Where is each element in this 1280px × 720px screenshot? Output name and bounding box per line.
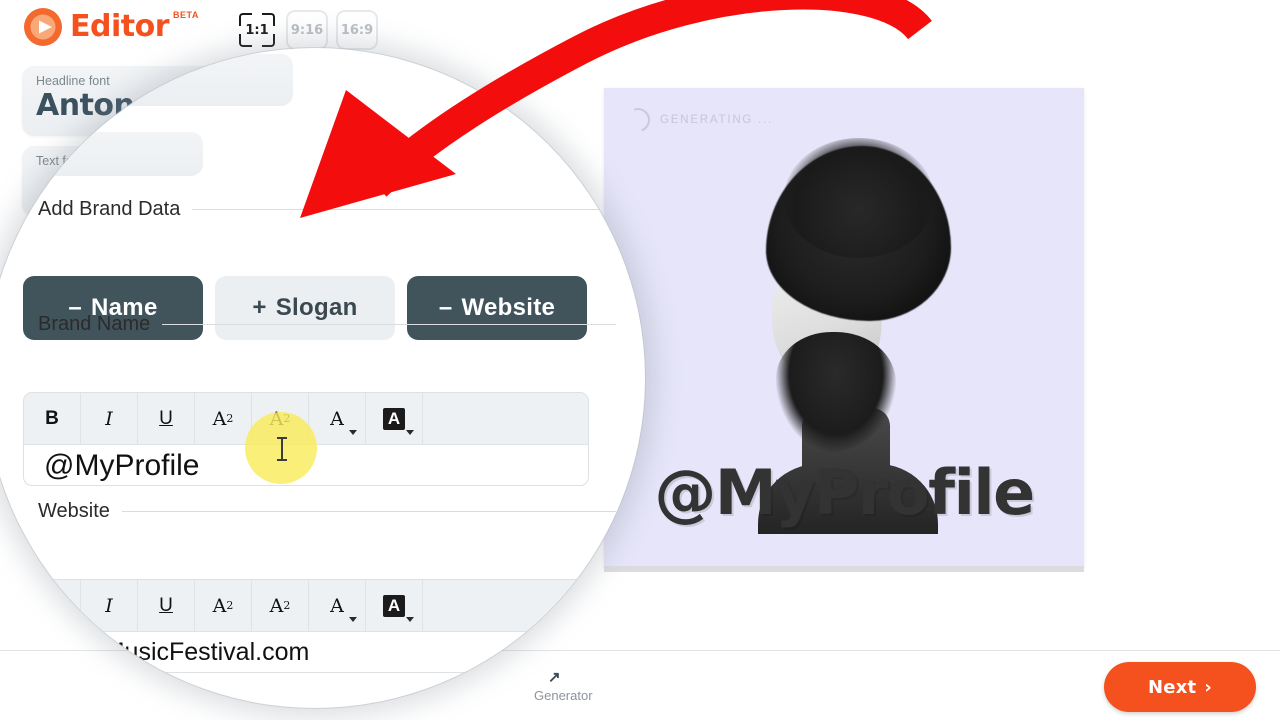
tool-glyph: A (269, 594, 284, 617)
italic-tool-icon[interactable]: I (81, 580, 138, 631)
section-rule (192, 209, 616, 210)
bold-tool-icon[interactable]: B (24, 393, 81, 444)
app-logo[interactable]: Editor BETA (22, 6, 201, 48)
tool-glyph: U (159, 407, 173, 429)
magnified-content: Add Brand Data – Name + Slogan – Website (0, 48, 645, 708)
chevron-down-icon (406, 617, 414, 622)
preview-headline: @MyProfile (654, 456, 1035, 529)
ratio-button-1-1[interactable]: 1:1 (236, 10, 278, 50)
text-color-tool-icon[interactable]: A (309, 580, 366, 631)
tool-glyph: B (45, 407, 59, 429)
subscript-tool-icon[interactable]: A2 (252, 393, 309, 444)
section-title: Brand Name (38, 313, 151, 335)
website-input[interactable]: www.MusicFestival.com (24, 632, 588, 672)
section-header-add-brand-data: Add Brand Data (38, 198, 616, 221)
tool-glyph: B (45, 594, 59, 616)
aspect-ratio-group: 1:1 9:16 16:9 (236, 10, 378, 50)
beta-badge: BETA (173, 10, 199, 20)
underline-tool-icon[interactable]: U (138, 580, 195, 631)
italic-tool-icon[interactable]: I (81, 393, 138, 444)
preview-canvas[interactable]: GENERATING ... @MyProfile (604, 88, 1084, 568)
ratio-button-9-16[interactable]: 9:16 (286, 10, 328, 50)
ghost-card-text-font (3, 132, 203, 176)
tool-glyph: I (105, 407, 113, 430)
portrait-image (724, 138, 974, 534)
chevron-down-icon (349, 430, 357, 435)
tool-glyph: A (269, 407, 284, 430)
ratio-label: 9:16 (290, 22, 324, 38)
next-button-label: Next (1148, 676, 1197, 698)
next-button[interactable]: Next › (1104, 662, 1256, 712)
tool-glyph: A (212, 407, 227, 430)
highlight-tool-icon[interactable]: A (366, 393, 423, 444)
brand-name-toolbar: B I U A2 A2 A A (24, 393, 588, 445)
tool-glyph: A (382, 594, 406, 617)
generating-status: GENERATING ... (622, 104, 774, 136)
superscript-tool-icon[interactable]: A2 (195, 580, 252, 631)
section-title: Website (38, 500, 110, 522)
brand-name-input[interactable]: @MyProfile (24, 445, 588, 485)
tool-glyph: A (382, 407, 406, 430)
superscript-tool-icon[interactable]: A2 (195, 393, 252, 444)
underline-tool-icon[interactable]: U (138, 393, 195, 444)
tool-glyph: U (159, 594, 173, 616)
tool-glyph: A (212, 594, 227, 617)
ghost-card-top (3, 54, 293, 106)
screenshot-root: Editor BETA 1:1 9:16 16:9 Headline font (0, 0, 1280, 720)
bold-tool-icon[interactable]: B (24, 580, 81, 631)
chevron-down-icon (406, 430, 414, 435)
brand-name-field[interactable]: B I U A2 A2 A A @MyProfile (23, 392, 589, 486)
text-color-tool-icon[interactable]: A (309, 393, 366, 444)
section-rule (162, 324, 616, 325)
chevron-right-icon: › (1204, 676, 1212, 698)
tool-glyph: A (330, 594, 344, 617)
generating-label: GENERATING ... (660, 114, 774, 126)
website-toolbar: B I U A2 A2 A A (24, 580, 588, 632)
section-title: Add Brand Data (38, 198, 181, 220)
ratio-label: 16:9 (340, 22, 374, 38)
canvas-base-shadow (604, 566, 1084, 572)
subscript-tool-icon[interactable]: A2 (252, 580, 309, 631)
play-circle-icon (22, 6, 64, 48)
magnifier-lens: Add Brand Data – Name + Slogan – Website (0, 48, 645, 708)
section-header-website: Website (38, 500, 616, 523)
chevron-down-icon (349, 617, 357, 622)
tool-glyph: I (105, 594, 113, 617)
highlight-tool-icon[interactable]: A (366, 580, 423, 631)
app-logo-text: Editor (70, 9, 170, 44)
section-rule (121, 511, 616, 512)
website-field[interactable]: B I U A2 A2 A A www.MusicFestival.com (23, 579, 589, 673)
section-header-brand-name: Brand Name (38, 313, 616, 336)
tool-glyph: A (330, 407, 344, 430)
ratio-button-16-9[interactable]: 16:9 (336, 10, 378, 50)
